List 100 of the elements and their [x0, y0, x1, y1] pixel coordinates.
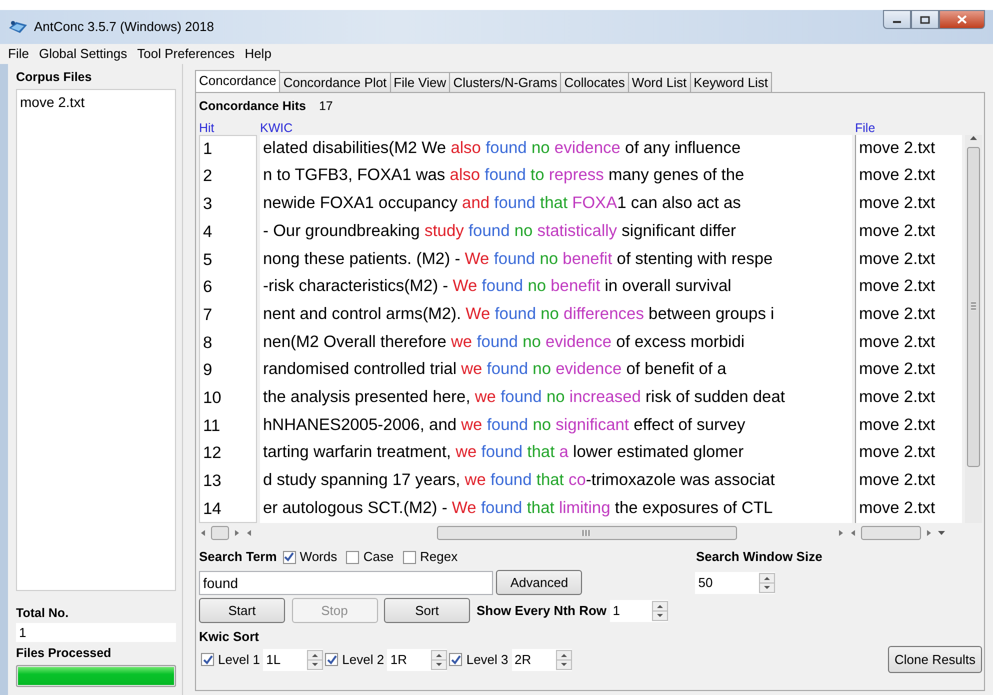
- table-cell: 9: [203, 361, 212, 380]
- checkbox[interactable]: [325, 653, 338, 666]
- table-cell: 8: [203, 334, 212, 352]
- table-cell: 12: [203, 444, 222, 462]
- checkbox[interactable]: [201, 653, 214, 666]
- table-cell: newide FOXA1 occupancy and found that FOXA1 can also act as: [263, 194, 741, 212]
- maximize-icon: [920, 16, 930, 24]
- table-cell: move 2.txt: [859, 471, 936, 489]
- field-label: Concordance Hits: [199, 98, 306, 115]
- table-cell: nong these patients. (M2) - We found no benefit of stenting with respe: [263, 250, 773, 268]
- tab[interactable]: Concordance: [195, 70, 280, 92]
- field-label: Total No.: [16, 605, 70, 622]
- tab[interactable]: Word List: [628, 72, 691, 92]
- table-cell: er autologous SCT.(M2) - We found that limiting the exposures of CTL: [263, 498, 773, 517]
- scroll-left-icon[interactable]: [849, 528, 857, 537]
- table-cell: nen(M2 Overall therefore we found no evidence of excess morbidi: [263, 332, 745, 351]
- scroll-right-icon[interactable]: [925, 528, 933, 537]
- table-cell: move 2.txt: [859, 277, 936, 296]
- table-cell: tarting warfarin treatment, we found that a lower estimated glomer: [263, 443, 744, 462]
- column-header[interactable]: Hit: [199, 120, 214, 135]
- scroll-left-icon[interactable]: [245, 528, 253, 537]
- spinner-arrows-icon[interactable]: [759, 572, 776, 592]
- spinner-arrows-icon[interactable]: [431, 650, 448, 670]
- menu-item[interactable]: Tool Preferences: [137, 44, 235, 64]
- number-field[interactable]: 1L: [263, 648, 324, 670]
- table-cell: move 2.txt: [859, 194, 936, 212]
- spinner-arrows-icon[interactable]: [556, 650, 572, 670]
- number-field[interactable]: 2R: [512, 648, 572, 670]
- scrollbar-thumb[interactable]: [211, 526, 229, 540]
- close-button[interactable]: [939, 10, 985, 29]
- checkbox[interactable]: [346, 550, 360, 564]
- tab[interactable]: Concordance Plot: [279, 72, 391, 92]
- table-cell: d study spanning 17 years, we found that co-trimoxazole was associat: [263, 471, 775, 489]
- table-cell: 7: [203, 306, 212, 324]
- checkbox[interactable]: [282, 550, 296, 564]
- scrollbar-thumb[interactable]: [967, 146, 980, 467]
- table-cell: 2: [203, 167, 212, 186]
- table-cell: the analysis presented here, we found no increased risk of sudden deat: [263, 388, 785, 406]
- table-cell: 5: [203, 250, 212, 268]
- table-cell: - Our groundbreaking study found no statistically significant differ: [263, 222, 736, 240]
- table-cell: move 2.txt: [859, 166, 936, 184]
- close-icon: [957, 15, 967, 24]
- table-cell: move 2.txt: [859, 443, 936, 462]
- menu-item[interactable]: Global Settings: [38, 44, 128, 64]
- field-label: Files Processed: [16, 645, 112, 662]
- scrollbar-thumb[interactable]: [437, 526, 737, 540]
- number-field[interactable]: 1R: [387, 648, 448, 670]
- spinner-arrows-icon[interactable]: [652, 600, 668, 621]
- column-header[interactable]: KWIC: [260, 120, 293, 135]
- table-cell: move 2.txt: [859, 332, 936, 351]
- checkbox-label: Level 3: [466, 650, 508, 669]
- app-icon: [8, 19, 28, 35]
- checkbox[interactable]: [402, 550, 416, 564]
- table-cell: move 2.txt: [859, 250, 936, 268]
- table-cell: n to TGFB3, FOXA1 was also found to repress many genes of the: [263, 166, 744, 184]
- scroll-left-icon[interactable]: [199, 528, 207, 537]
- table-cell: nent and control arms(M2). We found no differences between groups i: [263, 304, 774, 323]
- menu-item[interactable]: Help: [244, 44, 272, 64]
- table-cell: 13: [203, 472, 222, 490]
- table-cell: move 2.txt: [859, 360, 936, 378]
- table-cell: hNHANES2005-2006, and we found no significant effect of survey: [263, 416, 746, 434]
- tab[interactable]: File View: [390, 72, 450, 92]
- panel-heading: Corpus Files: [16, 69, 93, 86]
- table-cell: move 2.txt: [859, 498, 936, 517]
- table-cell: move 2.txt: [859, 388, 936, 406]
- table-cell: move 2.txt: [859, 222, 936, 240]
- hit-count: 17: [318, 98, 333, 115]
- scrollbar-thumb[interactable]: [861, 526, 921, 540]
- column-header[interactable]: File: [855, 120, 876, 135]
- tab[interactable]: Clusters/N-Grams: [449, 72, 562, 92]
- field-label: Show Every Nth Row: [476, 602, 607, 620]
- table-cell: 1: [203, 140, 212, 158]
- advanced-button[interactable]: Advanced: [496, 570, 582, 595]
- scroll-right-icon[interactable]: [837, 528, 845, 537]
- number-field[interactable]: 1: [610, 600, 668, 622]
- clone-results-button[interactable]: Clone Results: [888, 646, 982, 673]
- field-label: Search Window Size: [696, 548, 822, 566]
- file-list-item[interactable]: move 2.txt: [20, 92, 172, 113]
- number-field[interactable]: 50: [695, 572, 776, 594]
- total-value: 1: [16, 622, 176, 642]
- checkbox[interactable]: [449, 653, 462, 666]
- tab[interactable]: Collocates: [560, 72, 629, 92]
- minimize-button[interactable]: [883, 10, 911, 29]
- window-title: AntConc 3.5.7 (Windows) 2018: [34, 18, 214, 36]
- table-cell: 3: [203, 195, 212, 214]
- table-cell: 11: [203, 416, 220, 435]
- menu-item[interactable]: File: [8, 44, 29, 64]
- table-cell: randomised controlled trial we found no evidence of benefit of a: [263, 360, 726, 378]
- spinner-arrows-icon[interactable]: [307, 650, 324, 670]
- action-button[interactable]: Start: [199, 598, 285, 624]
- scroll-up-icon[interactable]: [969, 134, 978, 141]
- tab[interactable]: Keyword List: [690, 72, 772, 92]
- table-cell: 14: [203, 500, 222, 518]
- action-button[interactable]: Sort: [384, 598, 470, 624]
- table-cell: 6: [203, 278, 212, 296]
- maximize-button[interactable]: [911, 10, 939, 29]
- scroll-down-icon[interactable]: [937, 530, 946, 536]
- scroll-right-icon[interactable]: [233, 528, 241, 537]
- field-label: Kwic Sort: [199, 628, 259, 646]
- search-field[interactable]: found: [199, 570, 493, 594]
